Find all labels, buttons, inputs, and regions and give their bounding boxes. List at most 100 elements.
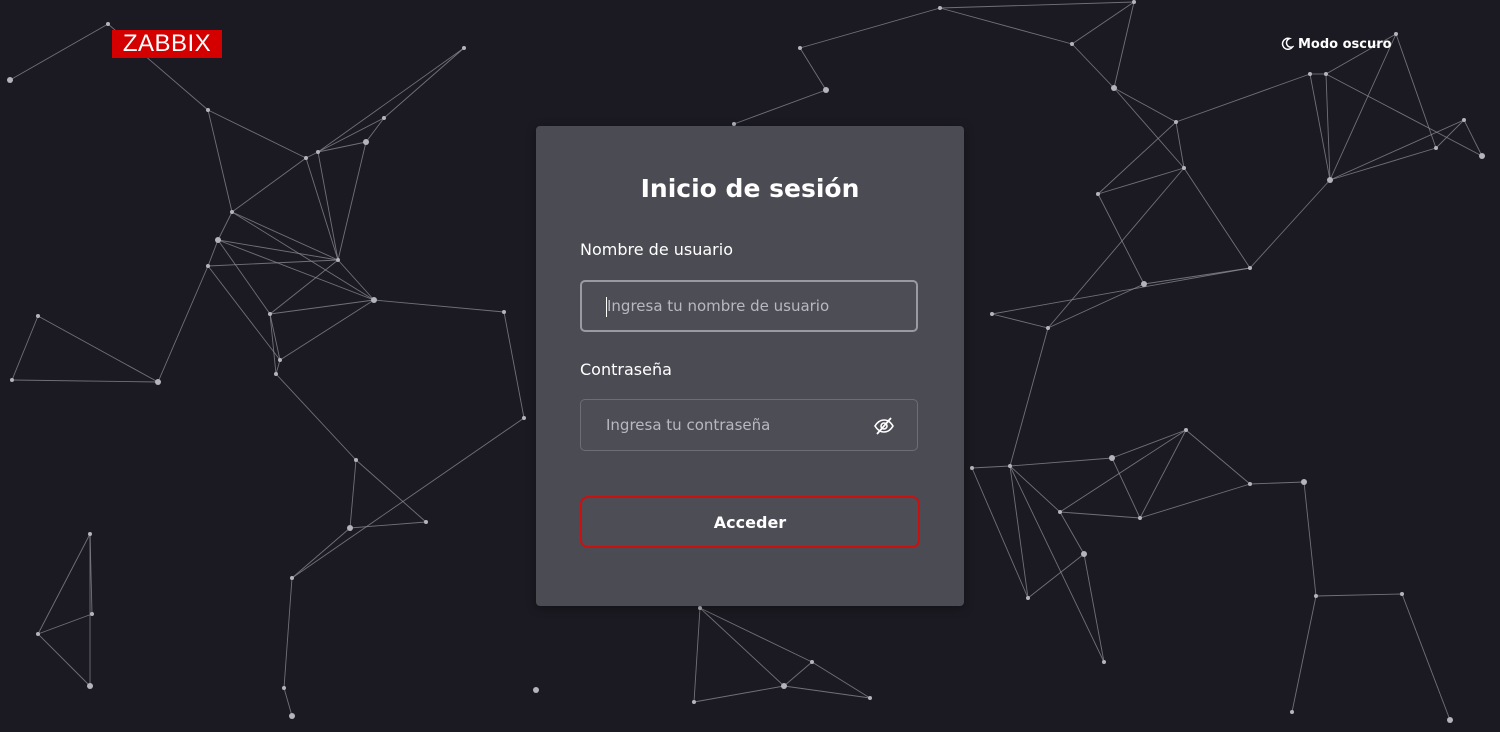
network-node (1046, 326, 1050, 330)
network-node (36, 314, 40, 318)
network-edge (349, 521, 427, 529)
network-node (87, 683, 93, 689)
network-node (424, 520, 428, 524)
network-edge (305, 151, 319, 159)
network-edge (317, 117, 385, 153)
network-node (1479, 153, 1485, 159)
network-node (990, 312, 994, 316)
network-node (347, 525, 353, 531)
network-node (7, 77, 13, 83)
network-edge (939, 7, 1073, 45)
network-node (1400, 592, 1404, 596)
network-edge (37, 633, 91, 687)
dark-mode-toggle[interactable]: Modo oscuro (1280, 34, 1392, 54)
login-submit-button[interactable]: Acceder (580, 496, 920, 548)
network-edge (799, 7, 941, 49)
network-node (1447, 717, 1453, 723)
network-edge (1183, 167, 1251, 269)
network-edge (275, 359, 281, 375)
network-edge (1047, 283, 1145, 329)
network-node (1462, 118, 1466, 122)
network-node (970, 466, 974, 470)
network-node (230, 210, 234, 214)
network-node (278, 358, 282, 362)
network-edge (1071, 1, 1135, 45)
network-edge (1009, 327, 1049, 467)
network-edge (991, 267, 1251, 315)
network-node (938, 6, 942, 10)
network-node (1096, 192, 1100, 196)
network-node (1058, 510, 1062, 514)
network-edge (231, 157, 307, 213)
network-edge (971, 467, 1029, 599)
network-node (1248, 482, 1252, 486)
network-node (1314, 594, 1318, 598)
network-node (155, 379, 161, 385)
network-edge (1395, 33, 1437, 149)
network-edge (291, 417, 525, 579)
zabbix-logo: ZABBIX (112, 30, 222, 58)
network-edge (283, 687, 293, 717)
network-node (1070, 42, 1074, 46)
network-edge (1329, 119, 1465, 181)
network-node (1026, 596, 1030, 600)
network-edge (349, 459, 357, 529)
network-edge (37, 613, 93, 635)
network-edge (207, 109, 307, 159)
network-node (692, 700, 696, 704)
network-edge (1111, 457, 1141, 519)
network-edge (231, 211, 339, 261)
network-edge (217, 211, 233, 241)
network-edge (939, 1, 1135, 9)
network-edge (217, 239, 271, 315)
network-node (533, 687, 539, 693)
network-edge (1249, 179, 1331, 269)
network-node (1141, 281, 1147, 287)
network-edge (799, 47, 827, 91)
network-node (90, 612, 94, 616)
username-input[interactable] (607, 282, 877, 330)
network-edge (1059, 511, 1085, 555)
eye-slash-icon[interactable] (873, 415, 895, 437)
network-edge (365, 117, 385, 143)
network-edge (157, 265, 209, 383)
network-edge (1097, 193, 1145, 285)
network-node (88, 532, 92, 536)
network-edge (337, 141, 367, 261)
network-edge (699, 607, 785, 687)
network-edge (783, 685, 871, 699)
network-edge (811, 661, 871, 699)
network-node (522, 416, 526, 420)
network-edge (1059, 511, 1141, 519)
dark-mode-label: Modo oscuro (1298, 36, 1392, 52)
login-title: Inicio de sesión (640, 174, 860, 203)
network-edge (383, 47, 465, 119)
network-edge (317, 47, 465, 153)
network-edge (217, 239, 339, 261)
network-edge (1325, 73, 1483, 157)
password-input[interactable] (606, 400, 876, 450)
network-edge (1097, 167, 1185, 195)
login-card: Inicio de sesión Nombre de usuario Contr… (536, 126, 964, 606)
network-edge (207, 239, 219, 267)
network-node (1308, 72, 1312, 76)
network-node (336, 258, 340, 262)
network-edge (1401, 593, 1451, 721)
network-edge (1249, 481, 1305, 485)
network-node (268, 312, 272, 316)
password-label: Contraseña (580, 360, 672, 379)
network-edge (1463, 119, 1483, 157)
network-node (1394, 32, 1398, 36)
network-edge (503, 311, 525, 419)
network-node (1109, 455, 1115, 461)
network-edge (207, 109, 233, 213)
network-edge (1097, 121, 1177, 195)
network-node (274, 372, 278, 376)
network-edge (971, 465, 1011, 469)
network-node (1081, 551, 1087, 557)
network-edge (1315, 593, 1403, 597)
network-edge (279, 299, 375, 361)
network-edge (1185, 429, 1251, 485)
network-edge (291, 527, 351, 579)
network-edge (1291, 595, 1317, 713)
